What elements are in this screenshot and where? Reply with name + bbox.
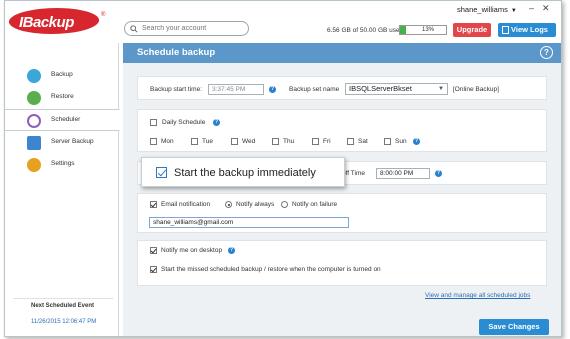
- day-mon-checkbox[interactable]: [150, 138, 157, 145]
- search-input[interactable]: [142, 23, 246, 34]
- next-event-label: Next Scheduled Event: [31, 303, 95, 309]
- upgrade-button[interactable]: Upgrade: [453, 23, 491, 37]
- start-immediately-label: Start the backup immediately: [174, 167, 316, 179]
- day-label: Sun: [395, 138, 407, 145]
- backup-set-value: IBSQLServerBkset: [349, 84, 412, 93]
- email-notification-panel: Email notification Notify always Notify …: [137, 193, 547, 233]
- search-box[interactable]: [124, 21, 249, 36]
- missed-schedule-checkbox[interactable]: [150, 266, 157, 273]
- next-event-date: 11/26/2015 12:06:47 PM: [31, 319, 97, 325]
- help-icon[interactable]: ?: [413, 138, 420, 145]
- chevron-down-icon: ▼: [438, 86, 444, 92]
- sidebar-item-scheduler[interactable]: Scheduler: [5, 109, 120, 131]
- start-time-panel: Backup start time: 3:37:45 PM ? Backup s…: [137, 76, 547, 100]
- backup-start-time-input[interactable]: 3:37:45 PM: [208, 84, 264, 95]
- daily-schedule-label: Daily Schedule: [162, 119, 206, 126]
- sidebar-item-label: Server Backup: [51, 138, 94, 145]
- sidebar-item-label: Backup: [51, 71, 73, 78]
- storage-percent: 13%: [422, 27, 435, 33]
- email-notification-checkbox[interactable]: [150, 201, 157, 208]
- sidebar-item-label: Scheduler: [51, 116, 81, 123]
- gear-icon: [27, 158, 41, 172]
- cutoff-time-label: off Time: [342, 170, 366, 177]
- view-logs-label: View Logs: [511, 25, 548, 34]
- close-icon[interactable]: ✕: [542, 3, 550, 13]
- notify-desktop-label: Notify me on desktop: [161, 247, 223, 254]
- backup-set-label: Backup set name: [289, 86, 340, 93]
- email-notification-label: Email notification: [161, 201, 211, 208]
- day-label: Thu: [283, 138, 295, 145]
- backup-set-select[interactable]: IBSQLServerBkset ▼: [345, 83, 448, 95]
- day-label: Wed: [242, 138, 256, 145]
- day-label: Mon: [161, 138, 174, 145]
- page-title: Schedule backup ?: [123, 43, 561, 63]
- cloud-download-icon: [27, 91, 41, 105]
- logo-registered: ®: [101, 12, 106, 18]
- save-changes-button[interactable]: Save Changes: [479, 319, 549, 335]
- notify-always-label: Notify always: [236, 201, 275, 208]
- day-label: Tue: [202, 138, 213, 145]
- day-thu-checkbox[interactable]: [272, 138, 279, 145]
- sidebar-item-settings[interactable]: Settings: [5, 154, 119, 176]
- sidebar-item-label: Restore: [51, 93, 74, 100]
- start-immediately-checkbox[interactable]: [156, 167, 167, 178]
- help-icon[interactable]: ?: [435, 170, 442, 177]
- header: IBackup ® shane_williams▼ –✕ 6.56 GB of …: [5, 1, 561, 43]
- logo-text: IBackup: [19, 14, 74, 31]
- help-icon[interactable]: ?: [213, 119, 220, 126]
- help-icon[interactable]: ?: [228, 247, 235, 254]
- clock-icon: [27, 114, 41, 128]
- sidebar-item-backup[interactable]: Backup: [5, 65, 119, 87]
- window-controls: – ✕: [521, 3, 550, 14]
- page-title-text: Schedule backup: [137, 47, 216, 58]
- day-label: Fri: [323, 138, 331, 145]
- document-icon: [502, 26, 509, 34]
- view-manage-jobs-link[interactable]: View and manage all scheduled jobs: [425, 292, 530, 299]
- user-menu[interactable]: shane_williams ▼: [457, 5, 517, 14]
- main-content: Schedule backup ? Backup start time: 3:3…: [123, 43, 561, 336]
- divider: [13, 298, 113, 299]
- backup-set-type: [Online Backup]: [453, 86, 499, 93]
- notify-failure-radio[interactable]: [281, 201, 288, 208]
- daily-schedule-checkbox[interactable]: [150, 119, 157, 126]
- day-sat-checkbox[interactable]: [347, 138, 354, 145]
- storage-progress-bar: 13%: [399, 25, 447, 35]
- missed-schedule-label: Start the missed scheduled backup / rest…: [161, 266, 381, 273]
- sidebar-item-server-backup[interactable]: Server Backup: [5, 132, 119, 154]
- help-icon[interactable]: ?: [540, 46, 553, 59]
- day-tue-checkbox[interactable]: [191, 138, 198, 145]
- cloud-upload-icon: [27, 69, 41, 83]
- help-icon[interactable]: ?: [269, 86, 276, 93]
- storage-progress-fill: [400, 26, 406, 34]
- storage-usage-text: 6.56 GB of 50.00 GB used: [327, 27, 404, 34]
- search-icon: [130, 25, 138, 33]
- cutoff-time-input[interactable]: 8:00:00 PM: [376, 168, 430, 179]
- day-wed-checkbox[interactable]: [231, 138, 238, 145]
- day-fri-checkbox[interactable]: [312, 138, 319, 145]
- minimize-icon[interactable]: –: [529, 3, 534, 13]
- daily-schedule-panel: Daily Schedule ? Mon Tue Wed Thu Fri Sat…: [137, 109, 547, 152]
- email-field[interactable]: shane_williams@gmail.com: [149, 217, 349, 228]
- sidebar: Backup Restore Scheduler Server Backup S…: [5, 43, 120, 336]
- chevron-down-icon: ▼: [510, 8, 517, 14]
- day-label: Sat: [358, 138, 368, 145]
- backup-start-time-label: Backup start time:: [150, 86, 203, 93]
- start-immediately-callout: Start the backup immediately: [141, 157, 345, 187]
- server-icon: [27, 136, 41, 150]
- view-logs-button[interactable]: View Logs: [498, 23, 556, 37]
- day-sun-checkbox[interactable]: [384, 138, 391, 145]
- notify-always-radio[interactable]: [225, 201, 232, 208]
- username: shane_williams: [457, 5, 508, 14]
- notify-failure-label: Notify on failure: [292, 201, 338, 208]
- sidebar-item-restore[interactable]: Restore: [5, 87, 119, 109]
- app-window: IBackup ® shane_williams▼ –✕ 6.56 GB of …: [4, 0, 562, 337]
- sidebar-item-label: Settings: [51, 160, 75, 167]
- ibackup-logo: IBackup ®: [6, 6, 109, 36]
- notify-desktop-panel: Notify me on desktop ? Start the missed …: [137, 240, 547, 286]
- notify-desktop-checkbox[interactable]: [150, 247, 157, 254]
